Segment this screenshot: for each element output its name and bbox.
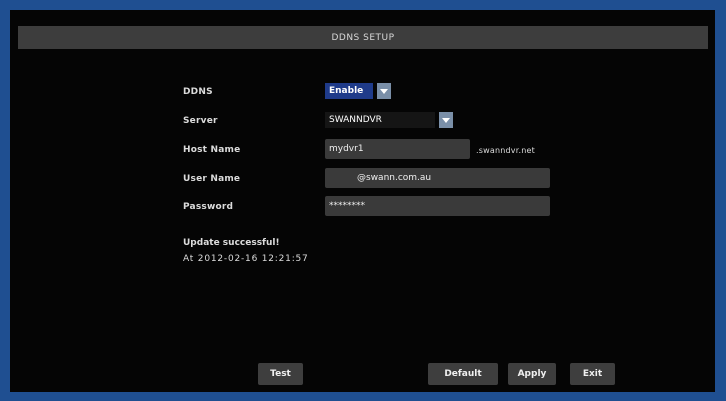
- user-name-input[interactable]: @swann.com.au: [325, 168, 550, 188]
- chevron-down-icon: [377, 83, 391, 99]
- exit-button[interactable]: Exit: [570, 363, 615, 385]
- server-select[interactable]: SWANNDVR: [325, 112, 453, 128]
- ddns-value: Enable: [325, 83, 373, 99]
- apply-button[interactable]: Apply: [508, 363, 556, 385]
- default-button[interactable]: Default: [428, 363, 498, 385]
- password-input[interactable]: ********: [325, 196, 550, 216]
- host-name-label: Host Name: [183, 145, 241, 155]
- chevron-down-icon: [439, 112, 453, 128]
- title-bar: DDNS SETUP: [18, 26, 708, 49]
- page-title: DDNS SETUP: [331, 32, 395, 43]
- user-name-label: User Name: [183, 174, 241, 184]
- host-name-suffix: .swanndvr.net: [476, 146, 535, 155]
- test-button[interactable]: Test: [258, 363, 303, 385]
- password-label: Password: [183, 202, 234, 212]
- status-message: Update successful!: [183, 238, 280, 248]
- server-label: Server: [183, 116, 218, 126]
- ddns-select[interactable]: Enable: [325, 83, 391, 99]
- server-value: SWANNDVR: [325, 112, 435, 128]
- status-timestamp: At 2012-02-16 12:21:57: [183, 254, 309, 264]
- host-name-input[interactable]: mydvr1: [325, 139, 470, 159]
- ddns-label: DDNS: [183, 87, 213, 97]
